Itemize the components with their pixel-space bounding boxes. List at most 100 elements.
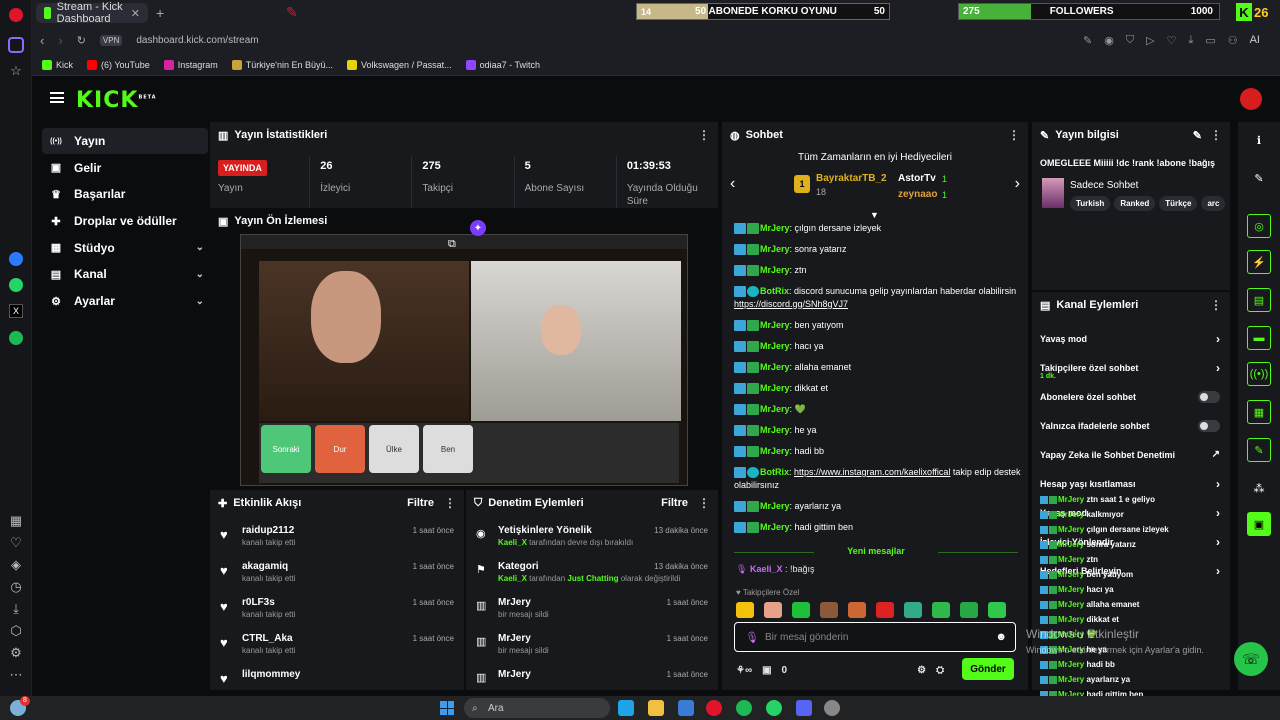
emote-icon[interactable]: [792, 602, 810, 618]
spotify-icon[interactable]: [736, 700, 752, 716]
emote-icon[interactable]: [960, 602, 978, 618]
forward-icon[interactable]: ›: [58, 33, 62, 48]
menu-icon[interactable]: [50, 92, 64, 103]
channel-action[interactable]: Hesap yaşı kısıtlaması ›: [1032, 469, 1230, 498]
channel-action[interactable]: Abonelere özel sohbet: [1032, 382, 1230, 411]
close-tab-icon[interactable]: ✕: [131, 7, 140, 20]
emote-icon[interactable]: [904, 602, 922, 618]
channel-action[interactable]: Yavaş mod ›: [1032, 324, 1230, 353]
chat-username[interactable]: MrJery: [760, 522, 790, 532]
ai-button[interactable]: AI: [1250, 34, 1260, 47]
info-icon[interactable]: ℹ: [1247, 128, 1271, 152]
wallet-icon[interactable]: ▭: [1205, 34, 1215, 47]
chat-username[interactable]: MrJery: [760, 320, 790, 330]
channel-points-icon[interactable]: ⚘∞: [736, 665, 752, 676]
bookmarks-icon[interactable]: ☆: [0, 58, 32, 84]
chevron-down-icon[interactable]: ⌄: [196, 269, 204, 280]
reload-icon[interactable]: ↻: [77, 34, 86, 47]
tag[interactable]: Türkçe: [1159, 196, 1198, 211]
bookmark-youtube[interactable]: (6) YouTube: [87, 59, 150, 70]
whatsapp-icon[interactable]: [0, 272, 32, 298]
category-link[interactable]: Just Chatting: [567, 574, 618, 583]
toggle-switch[interactable]: [1198, 390, 1220, 403]
gift-icon[interactable]: ▣: [762, 665, 771, 676]
emote-icon[interactable]: [932, 602, 950, 618]
channel-action[interactable]: Hedefleri Belirleyin ›: [1032, 556, 1230, 585]
tag[interactable]: Turkish: [1070, 196, 1111, 211]
chat-username[interactable]: MrJery: [760, 223, 790, 233]
bookmark-kick[interactable]: Kick: [42, 59, 73, 70]
gifter-name[interactable]: zeynaao: [898, 189, 937, 200]
kebab-icon[interactable]: ⋮: [698, 496, 710, 510]
emote-icon[interactable]: [876, 602, 894, 618]
start-button[interactable]: [440, 701, 454, 715]
home-icon[interactable]: [0, 32, 32, 58]
discord-icon[interactable]: [796, 700, 812, 716]
emote-icon[interactable]: [736, 602, 754, 618]
bookmark-turkiye[interactable]: Türkiye'nin En Büyü...: [231, 59, 333, 70]
edit-icon[interactable]: ✎: [1193, 129, 1202, 142]
emote-icon[interactable]: [988, 602, 1006, 618]
edit-icon[interactable]: ✎: [1083, 34, 1092, 47]
chat-input[interactable]: 🎙 Bir mesaj gönderin ☻: [734, 622, 1016, 652]
new-messages-divider[interactable]: Yeni mesajlar: [734, 546, 1018, 556]
sidebar-item-0[interactable]: ((•)) Yayın: [42, 128, 208, 154]
chat-link[interactable]: https://www.instagram.com/kaelixoffical: [794, 467, 950, 477]
chevron-down-icon[interactable]: ⌄: [196, 242, 204, 253]
pin-toggle-icon[interactable]: ▼: [870, 210, 879, 220]
channel-action[interactable]: Yalnızca ifadelerle sohbet: [1032, 411, 1230, 440]
moderator-name[interactable]: Kaeli_X: [498, 574, 527, 583]
filter-button[interactable]: Filtre: [661, 497, 688, 509]
kebab-icon[interactable]: ⋮: [444, 496, 456, 510]
moderation-item[interactable]: ◉ Yetişkinlere Yönelik Kaeli_X tarafından …: [466, 520, 718, 556]
sparkle-icon[interactable]: ✦: [470, 220, 486, 236]
pencil-icon[interactable]: ✎: [1247, 166, 1271, 190]
mod-tools-icon[interactable]: ⛭: [936, 665, 944, 676]
kebab-icon[interactable]: ⋮: [698, 128, 710, 142]
chat-username[interactable]: BotRix: [760, 286, 789, 296]
kick-logo[interactable]: KICKBETA: [76, 88, 157, 113]
camera-icon[interactable]: ◉: [1104, 34, 1114, 47]
clipboard-icon[interactable]: ▤: [1247, 288, 1271, 312]
back-icon[interactable]: ‹: [40, 33, 44, 48]
edge-icon[interactable]: [618, 700, 634, 716]
moderation-item[interactable]: ▥ MrJery bir mesajı sildi 1 saat önce: [466, 592, 718, 628]
toggle-switch[interactable]: [1198, 419, 1220, 432]
x-icon[interactable]: X: [0, 298, 32, 324]
activity-item[interactable]: ♥ r0LF3s kanalı takip etti 1 saat önce: [210, 592, 464, 628]
store-icon[interactable]: [678, 700, 694, 716]
filter-button[interactable]: Filtre: [407, 497, 434, 509]
moderator-name[interactable]: Kaeli_X: [498, 538, 527, 547]
whatsapp-icon[interactable]: [766, 700, 782, 716]
moderation-item[interactable]: ⚑ Kategori Kaeli_X tarafından Just Chattin…: [466, 556, 718, 592]
community-icon[interactable]: ⁂: [1247, 476, 1271, 500]
tag[interactable]: arc: [1201, 196, 1226, 211]
messenger-icon[interactable]: [0, 246, 32, 272]
activity-item[interactable]: ♥ raidup2112 kanalı takip etti 1 saat önce: [210, 520, 464, 556]
category-name[interactable]: Sadece Sohbet: [1070, 180, 1138, 191]
emote-icon[interactable]: [764, 602, 782, 618]
sidebar-item-3[interactable]: ✚ Droplar ve ödüller: [42, 208, 208, 234]
sidebar-item-5[interactable]: ▤ Kanal ⌄: [42, 261, 208, 287]
chat-username[interactable]: MrJery: [760, 383, 790, 393]
taskbar-search[interactable]: ⌕ Ara: [464, 698, 610, 718]
tag[interactable]: Ranked: [1114, 196, 1156, 211]
kebab-icon[interactable]: ⋮: [1210, 298, 1222, 312]
chat-username[interactable]: MrJery: [760, 404, 790, 414]
camera-icon[interactable]: ◎: [1247, 214, 1271, 238]
category-thumbnail[interactable]: [1042, 178, 1064, 208]
app-icon[interactable]: ▣: [1247, 512, 1271, 536]
vpn-badge[interactable]: VPN: [99, 34, 123, 46]
wrench-icon[interactable]: ✎: [1247, 438, 1271, 462]
avatar[interactable]: [1240, 88, 1262, 110]
gifter-name[interactable]: BayraktarTB_2: [816, 173, 887, 184]
opera-icon[interactable]: [706, 700, 722, 716]
chat-username[interactable]: MrJery: [760, 446, 790, 456]
kebab-icon[interactable]: ⋮: [1008, 128, 1020, 142]
emote-icon[interactable]: [848, 602, 866, 618]
chat-username[interactable]: MrJery: [760, 425, 790, 435]
channel-action[interactable]: Yapay Zeka ile Sohbet Denetimi ↗: [1032, 440, 1230, 469]
lightning-icon[interactable]: ⚡: [1247, 250, 1271, 274]
chat-username[interactable]: MrJery: [760, 501, 790, 511]
next-arrow-icon[interactable]: ›: [1015, 175, 1020, 193]
